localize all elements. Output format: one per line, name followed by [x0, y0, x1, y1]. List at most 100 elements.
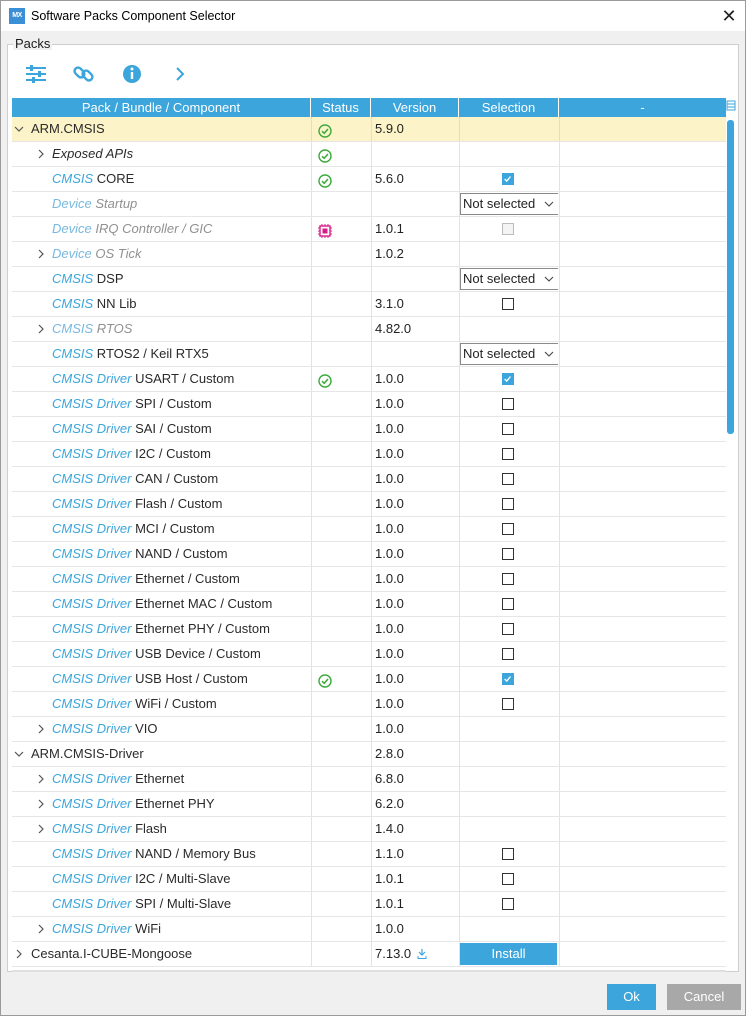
table-row[interactable]: Device Startup Not selected [12, 192, 726, 217]
table-row[interactable]: CMSIS CORE 5.6.0 [12, 167, 726, 192]
column-header-extra[interactable]: - [559, 98, 726, 117]
version-text: 1.0.0 [375, 621, 404, 636]
component-name-cell: CMSIS Driver CAN / Custom [12, 467, 310, 491]
table-row[interactable]: CMSIS Driver WiFi 1.0.0 [12, 917, 726, 942]
table-row[interactable]: CMSIS Driver SPI / Custom 1.0.0 [12, 392, 726, 417]
table-row[interactable]: ARM.CMSIS-Driver 2.8.0 [12, 742, 726, 767]
component-class: CMSIS Driver [52, 871, 132, 886]
table-row[interactable]: CMSIS Driver Flash 1.4.0 [12, 817, 726, 842]
table-row[interactable]: CMSIS Driver Flash / Custom 1.0.0 [12, 492, 726, 517]
scrollbar-thumb[interactable] [727, 120, 734, 434]
table-row[interactable]: CMSIS Driver I2C / Custom 1.0.0 [12, 442, 726, 467]
selection-cell [459, 142, 558, 166]
status-cell [311, 217, 370, 241]
table-row[interactable]: Device IRQ Controller / GIC 1.0.1 [12, 217, 726, 242]
table-row[interactable]: CMSIS DSP Not selected [12, 267, 726, 292]
variant-dropdown[interactable]: Not selected [460, 268, 558, 290]
selection-checkbox[interactable] [502, 673, 514, 685]
table-row[interactable]: CMSIS Driver USART / Custom 1.0.0 [12, 367, 726, 392]
version-cell: 1.0.1 [371, 892, 458, 916]
chevron-right-icon[interactable] [12, 942, 26, 966]
selection-checkbox[interactable] [502, 898, 514, 910]
table-row[interactable]: CMSIS Driver Ethernet PHY 6.2.0 [12, 792, 726, 817]
column-header-version[interactable]: Version [371, 98, 459, 117]
selection-checkbox[interactable] [502, 473, 514, 485]
variant-dropdown[interactable]: Not selected [460, 343, 558, 365]
cancel-button[interactable]: Cancel [667, 984, 741, 1010]
column-header-status[interactable]: Status [311, 98, 371, 117]
chevron-right-icon[interactable] [34, 792, 48, 816]
selection-checkbox[interactable] [502, 448, 514, 460]
selection-checkbox[interactable] [502, 398, 514, 410]
table-row[interactable]: CMSIS Driver Ethernet / Custom 1.0.0 [12, 567, 726, 592]
table-row[interactable]: CMSIS NN Lib 3.1.0 [12, 292, 726, 317]
table-row[interactable]: CMSIS Driver NAND / Memory Bus 1.1.0 [12, 842, 726, 867]
component-class: CMSIS Driver [52, 921, 132, 936]
vertical-scrollbar[interactable] [726, 98, 738, 970]
close-button[interactable]: ✕ [717, 4, 741, 28]
selection-checkbox[interactable] [502, 873, 514, 885]
chevron-right-icon[interactable] [34, 767, 48, 791]
table-row[interactable]: CMSIS Driver MCI / Custom 1.0.0 [12, 517, 726, 542]
table-row[interactable]: CMSIS Driver USB Host / Custom 1.0.0 [12, 667, 726, 692]
table-row[interactable]: CMSIS RTOS 4.82.0 [12, 317, 726, 342]
table-row[interactable]: CMSIS Driver NAND / Custom 1.0.0 [12, 542, 726, 567]
table-row[interactable]: ARM.CMSIS 5.9.0 [12, 117, 726, 142]
table-row[interactable]: CMSIS Driver Ethernet PHY / Custom 1.0.0 [12, 617, 726, 642]
component-label: ARM.CMSIS [31, 117, 105, 141]
table-row[interactable]: CMSIS RTOS2 / Keil RTX5 Not selected [12, 342, 726, 367]
chevron-right-icon[interactable] [34, 317, 48, 341]
chevron-right-icon[interactable] [166, 60, 194, 88]
horizontal-scrollbar[interactable] [12, 970, 726, 972]
filter-icon[interactable] [22, 60, 50, 88]
download-icon[interactable] [411, 946, 427, 961]
selection-checkbox[interactable] [502, 573, 514, 585]
table-row[interactable]: Exposed APIs [12, 142, 726, 167]
table-row[interactable]: CMSIS Driver Ethernet MAC / Custom 1.0.0 [12, 592, 726, 617]
chevron-right-icon[interactable] [34, 717, 48, 741]
title-bar: MX Software Packs Component Selector ✕ [1, 1, 745, 31]
component-name-cell: CMSIS Driver I2C / Custom [12, 442, 310, 466]
component-label: CMSIS Driver I2C / Multi-Slave [52, 867, 230, 891]
info-icon[interactable] [118, 60, 146, 88]
version-cell: 1.0.0 [371, 592, 458, 616]
chevron-right-icon[interactable] [34, 142, 48, 166]
selection-checkbox[interactable] [502, 523, 514, 535]
table-row[interactable]: Device OS Tick 1.0.2 [12, 242, 726, 267]
table-row[interactable]: CMSIS Driver SAI / Custom 1.0.0 [12, 417, 726, 442]
chevron-down-icon[interactable] [12, 117, 26, 141]
selection-checkbox[interactable] [502, 698, 514, 710]
extra-cell [559, 817, 726, 841]
selection-checkbox[interactable] [502, 423, 514, 435]
expand-columns-icon[interactable] [726, 100, 737, 112]
chevron-right-icon[interactable] [34, 917, 48, 941]
selection-checkbox[interactable] [502, 498, 514, 510]
selection-checkbox[interactable] [502, 623, 514, 635]
chevron-down-icon[interactable] [12, 742, 26, 766]
table-row[interactable]: CMSIS Driver I2C / Multi-Slave 1.0.1 [12, 867, 726, 892]
table-row[interactable]: CMSIS Driver WiFi / Custom 1.0.0 [12, 692, 726, 717]
table-row[interactable]: CMSIS Driver CAN / Custom 1.0.0 [12, 467, 726, 492]
ok-button[interactable]: Ok [607, 984, 656, 1010]
table-row[interactable]: CMSIS Driver SPI / Multi-Slave 1.0.1 [12, 892, 726, 917]
selection-checkbox[interactable] [502, 598, 514, 610]
install-button[interactable]: Install [460, 943, 557, 965]
selection-checkbox[interactable] [502, 173, 514, 185]
component-class: CMSIS Driver [52, 646, 132, 661]
chevron-right-icon[interactable] [34, 817, 48, 841]
link-icon[interactable] [70, 60, 98, 88]
table-row[interactable]: CMSIS Driver USB Device / Custom 1.0.0 [12, 642, 726, 667]
selection-checkbox[interactable] [502, 548, 514, 560]
column-header-pack[interactable]: Pack / Bundle / Component [12, 98, 311, 117]
extra-cell [559, 542, 726, 566]
table-row[interactable]: Cesanta.I-CUBE-Mongoose 7.13.0 Install [12, 942, 726, 967]
table-row[interactable]: CMSIS Driver Ethernet 6.8.0 [12, 767, 726, 792]
selection-checkbox[interactable] [502, 848, 514, 860]
chevron-right-icon[interactable] [34, 242, 48, 266]
selection-checkbox[interactable] [502, 648, 514, 660]
column-header-selection[interactable]: Selection [459, 98, 559, 117]
table-row[interactable]: CMSIS Driver VIO 1.0.0 [12, 717, 726, 742]
variant-dropdown[interactable]: Not selected [460, 193, 558, 215]
selection-checkbox[interactable] [502, 373, 514, 385]
selection-checkbox[interactable] [502, 298, 514, 310]
